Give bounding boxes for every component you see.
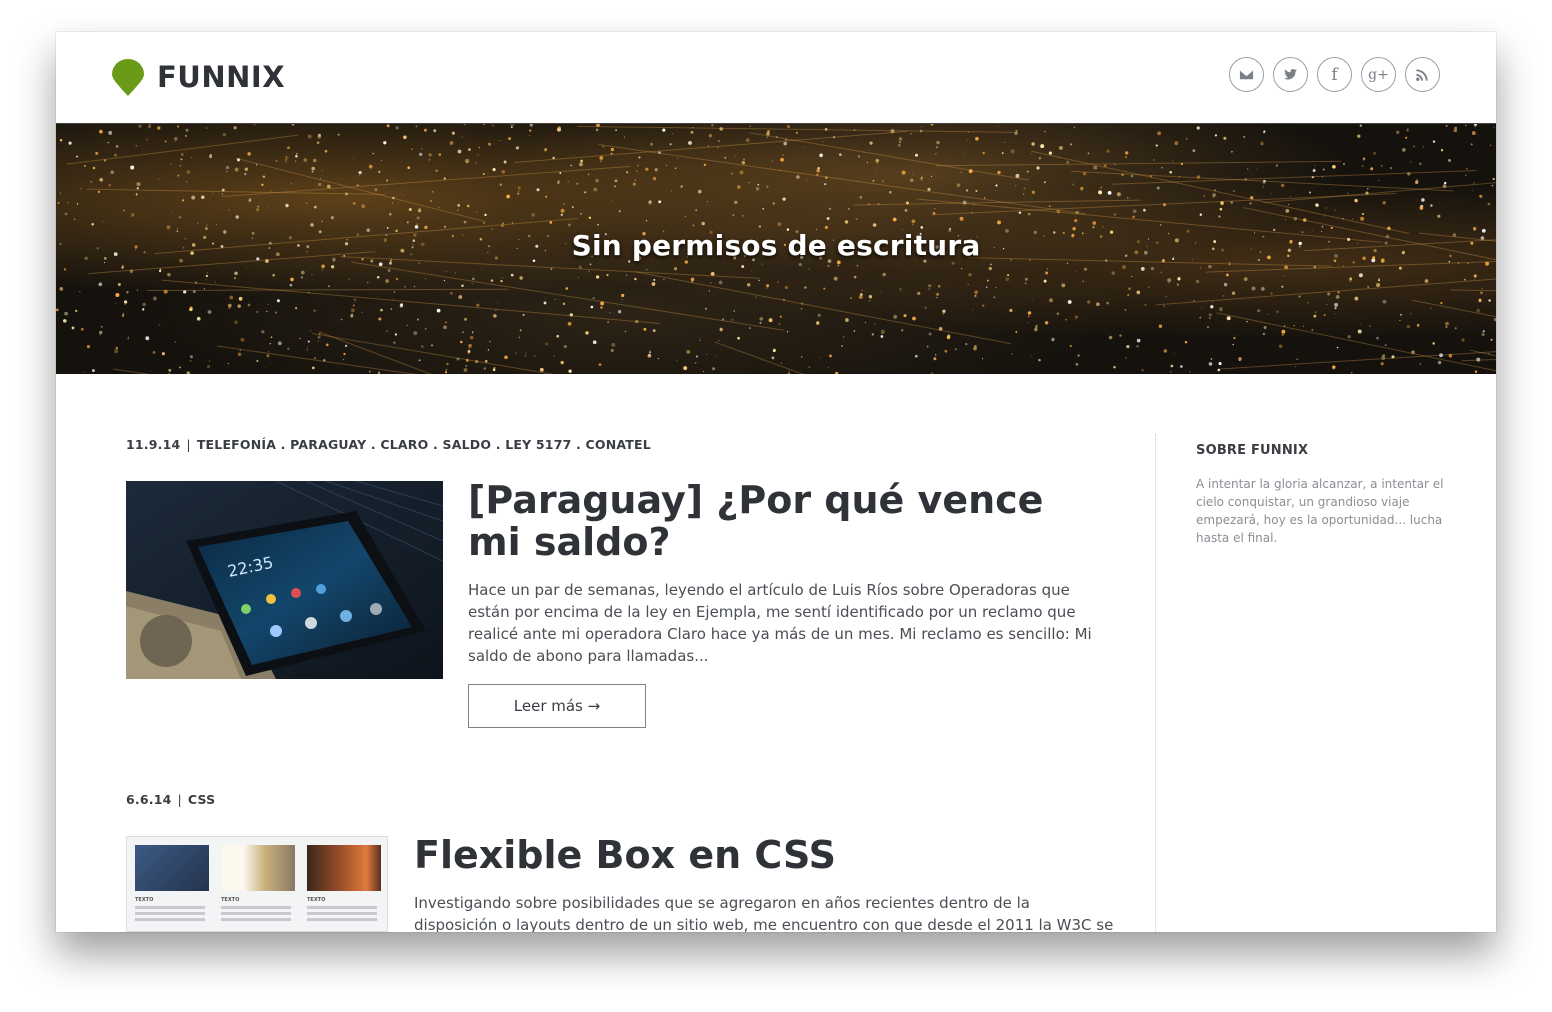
post-meta: 6.6.14 | CSS — [126, 792, 215, 807]
meta-separator: | — [177, 792, 182, 807]
thumb-column: TEXTO — [221, 845, 295, 921]
sidebar-title: SOBRE FUNNIX — [1196, 443, 1309, 458]
post-thumbnail[interactable]: TEXTO TEXTO TEXTO — [126, 836, 388, 932]
thumb-text-line — [221, 912, 292, 915]
thumb-label: TEXTO — [307, 897, 326, 903]
browser-page: FUNNIX f g+ Sin permisos de escritura 11… — [56, 32, 1496, 932]
post-date[interactable]: 6.6.14 — [126, 792, 172, 807]
site-header: FUNNIX f g+ — [56, 32, 1496, 123]
thumb-text-line — [135, 906, 206, 909]
sidebar-about-text: A intentar la gloria alcanzar, a intenta… — [1196, 477, 1444, 545]
social-links: f g+ — [1229, 57, 1440, 92]
thumb-label: TEXTO — [221, 897, 240, 903]
twitter-icon — [1283, 69, 1298, 80]
site-brand[interactable]: FUNNIX — [157, 59, 285, 95]
thumb-text-line — [307, 906, 378, 909]
facebook-button[interactable]: f — [1317, 57, 1352, 92]
google-plus-button[interactable]: g+ — [1361, 57, 1396, 92]
phone-photo: 22:35 — [126, 481, 443, 679]
thumb-label: TEXTO — [135, 897, 154, 903]
sidebar-divider — [1155, 434, 1156, 932]
post-tags[interactable]: CSS — [188, 792, 215, 807]
thumb-image — [221, 845, 295, 891]
post-title[interactable]: [Paraguay] ¿Por qué vence mi saldo? — [468, 479, 1108, 563]
thumb-text-line — [221, 918, 292, 921]
thumb-text-line — [307, 912, 378, 915]
post-date[interactable]: 11.9.14 — [126, 437, 180, 452]
twitter-button[interactable] — [1273, 57, 1308, 92]
post-tags[interactable]: TELEFONÍA . PARAGUAY . CLARO . SALDO . L… — [197, 437, 651, 452]
post-thumbnail[interactable]: 22:35 — [126, 481, 443, 679]
thumb-text-line — [221, 906, 292, 909]
post-title[interactable]: Flexible Box en CSS — [414, 832, 1114, 878]
meta-separator: | — [186, 437, 191, 452]
logo-pin-icon[interactable] — [112, 59, 144, 97]
post-excerpt: Hace un par de semanas, leyendo el artíc… — [468, 581, 1092, 665]
read-more-button[interactable]: Leer más → — [468, 684, 646, 728]
thumb-image — [135, 845, 209, 891]
facebook-icon: f — [1331, 64, 1338, 85]
thumb-text-line — [307, 918, 378, 921]
thumb-column: TEXTO — [307, 845, 381, 921]
hero-title: Sin permisos de escritura — [571, 229, 981, 262]
thumb-text-line — [135, 912, 206, 915]
post-excerpt: Investigando sobre posibilidades que se … — [414, 894, 1114, 932]
rss-icon — [1416, 69, 1428, 81]
email-icon — [1239, 69, 1254, 80]
rss-button[interactable] — [1405, 57, 1440, 92]
google-plus-icon: g+ — [1368, 66, 1389, 83]
email-button[interactable] — [1229, 57, 1264, 92]
thumb-column: TEXTO — [135, 845, 209, 921]
thumb-image — [307, 845, 381, 891]
hero-banner: Sin permisos de escritura — [56, 123, 1496, 374]
thumb-text-line — [135, 918, 206, 921]
post-meta: 11.9.14 | TELEFONÍA . PARAGUAY . CLARO . S… — [126, 437, 651, 452]
